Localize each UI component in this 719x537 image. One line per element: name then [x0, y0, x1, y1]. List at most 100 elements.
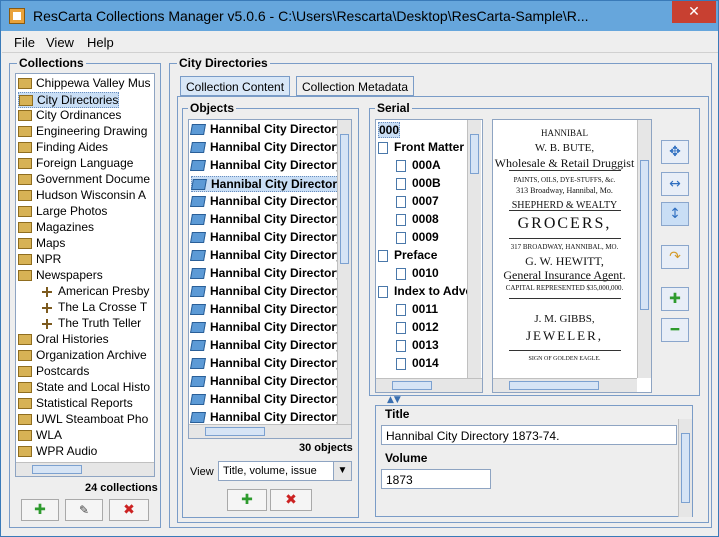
delete-collection-button[interactable]: ✖: [109, 499, 149, 521]
collection-item[interactable]: NPR: [18, 252, 61, 268]
image-vertical-scrollbar[interactable]: [637, 120, 651, 378]
collection-item[interactable]: Engineering Drawing: [18, 124, 147, 140]
collection-item[interactable]: City Directories: [18, 92, 120, 108]
serial-tree-item[interactable]: 0012: [396, 320, 439, 336]
serial-tree-item[interactable]: 0007: [396, 194, 439, 210]
objects-horizontal-scrollbar[interactable]: [189, 424, 351, 438]
zoom-in-icon[interactable]: ✚: [661, 287, 689, 311]
window-title: ResCarta Collections Manager v5.0.6 - C:…: [33, 8, 589, 24]
object-item[interactable]: Hannibal City Directory: [190, 284, 343, 300]
collection-item[interactable]: The Truth Teller: [40, 316, 141, 332]
collection-item[interactable]: Finding Aides: [18, 140, 108, 156]
objects-scroll-thumb[interactable]: [340, 134, 349, 264]
collection-item[interactable]: Government Docume: [18, 172, 150, 188]
collection-item-label: American Presby: [58, 284, 150, 298]
object-item[interactable]: Hannibal City Directory: [190, 302, 343, 318]
close-button[interactable]: ✕: [672, 1, 716, 23]
serial-tree-item[interactable]: 0014: [396, 356, 439, 372]
object-item[interactable]: Hannibal City Directory: [190, 158, 343, 174]
serial-tree-item[interactable]: 0008: [396, 212, 439, 228]
chevron-down-icon[interactable]: ▼: [333, 462, 351, 480]
serial-tree-item[interactable]: 0013: [396, 338, 439, 354]
title-field[interactable]: Hannibal City Directory 1873-74.: [381, 425, 677, 445]
image-scroll-thumb[interactable]: [640, 160, 649, 310]
objects-vertical-scrollbar[interactable]: [337, 120, 351, 424]
collection-item[interactable]: Oral Histories: [18, 332, 109, 348]
fit-width-icon[interactable]: ↔: [661, 172, 689, 196]
object-item[interactable]: Hannibal City Directory: [190, 212, 343, 228]
collection-item[interactable]: City Ordinances: [18, 108, 121, 124]
image-horizontal-scrollbar[interactable]: [493, 378, 637, 392]
serial-tree-item[interactable]: 000A: [396, 158, 441, 174]
add-object-button[interactable]: ✚: [227, 489, 267, 511]
serial-scroll-thumb[interactable]: [470, 134, 479, 174]
rotate-icon[interactable]: ↷: [661, 245, 689, 269]
serial-tree-item[interactable]: Preface: [378, 248, 437, 264]
object-item[interactable]: Hannibal City Directory: [190, 266, 343, 282]
collection-item[interactable]: Organization Archive: [18, 348, 147, 364]
collection-item[interactable]: Maps: [18, 236, 65, 252]
objects-h-scroll-thumb[interactable]: [205, 427, 265, 436]
menu-help[interactable]: Help: [87, 35, 114, 50]
collections-tree[interactable]: Chippewa Valley Mus City Directories City …: [15, 73, 155, 477]
object-item[interactable]: Hannibal City Directory: [190, 230, 343, 246]
collection-item[interactable]: American Presby: [40, 284, 149, 300]
add-collection-button[interactable]: ✚: [21, 499, 59, 521]
serial-tree-item[interactable]: 0010: [396, 266, 439, 282]
object-item[interactable]: Hannibal City Directory: [190, 374, 343, 390]
object-item[interactable]: Hannibal City Directory: [190, 338, 343, 354]
menu-file[interactable]: File: [14, 35, 35, 50]
object-item[interactable]: Hannibal City Directory: [190, 248, 343, 264]
metadata-vertical-scrollbar[interactable]: [678, 419, 692, 517]
title-bar[interactable]: ResCarta Collections Manager v5.0.6 - C:…: [1, 1, 718, 31]
collection-item[interactable]: Newspapers: [18, 268, 103, 284]
metadata-scroll-thumb[interactable]: [681, 433, 690, 503]
edit-collection-button[interactable]: ✎: [65, 499, 103, 521]
collection-item[interactable]: Chippewa Valley Mus: [18, 76, 151, 92]
collection-item[interactable]: The La Crosse T: [40, 300, 147, 316]
fit-height-icon[interactable]: ↕: [661, 202, 689, 226]
tab-collection-content[interactable]: Collection Content: [180, 76, 291, 96]
collection-item[interactable]: WLA: [18, 428, 62, 444]
serial-h-scroll-thumb[interactable]: [392, 381, 432, 390]
page-image-viewer[interactable]: HANNIBAL W. B. BUTE, Wholesale & Retail Dr…: [492, 119, 652, 393]
collections-scroll-thumb[interactable]: [32, 465, 82, 474]
collection-item[interactable]: WPR Audio: [18, 444, 97, 460]
pan-icon[interactable]: ✥: [661, 140, 689, 164]
object-item[interactable]: Hannibal City Directory: [191, 176, 345, 192]
object-item[interactable]: Hannibal City Directory: [190, 320, 343, 336]
view-select[interactable]: Title, volume, issue ▼: [218, 461, 352, 481]
objects-list[interactable]: Hannibal City Directory Hannibal City Dir…: [188, 119, 352, 439]
serial-tree-item[interactable]: 000: [378, 122, 401, 138]
collection-item[interactable]: State and Local Histo: [18, 380, 150, 396]
zoom-out-icon[interactable]: ━: [661, 318, 689, 342]
object-item[interactable]: Hannibal City Directory: [190, 194, 343, 210]
collection-item[interactable]: UWL Steamboat Pho: [18, 412, 148, 428]
object-item[interactable]: Hannibal City Directory: [190, 356, 343, 372]
splitter-arrows-icon[interactable]: ▲▼: [387, 395, 401, 405]
object-item[interactable]: Hannibal City Directory: [190, 392, 343, 408]
serial-horizontal-scrollbar[interactable]: [376, 378, 482, 392]
collection-item[interactable]: Postcards: [18, 364, 89, 380]
collection-item[interactable]: Magazines: [18, 220, 94, 236]
serial-tree-item[interactable]: 0009: [396, 230, 439, 246]
collection-item[interactable]: Statistical Reports: [18, 396, 133, 412]
object-item[interactable]: Hannibal City Directory: [190, 122, 343, 138]
serial-tree-item[interactable]: Front Matter: [378, 140, 464, 156]
collection-item[interactable]: Foreign Language: [18, 156, 133, 172]
tab-collection-metadata[interactable]: Collection Metadata: [296, 76, 415, 96]
serial-vertical-scrollbar[interactable]: [467, 120, 481, 378]
menu-view[interactable]: View: [46, 35, 74, 50]
serial-tree-item[interactable]: Index to Adve: [378, 284, 472, 300]
volume-field[interactable]: 1873: [381, 469, 491, 489]
image-h-scroll-thumb[interactable]: [509, 381, 599, 390]
page-text-line: HANNIBAL: [541, 128, 588, 138]
object-item-label: Hannibal City Directory: [210, 302, 343, 316]
serial-tree-item[interactable]: 0011: [396, 302, 438, 318]
serial-tree-item[interactable]: 000B: [396, 176, 441, 192]
object-item[interactable]: Hannibal City Directory: [190, 140, 343, 156]
collection-item[interactable]: Hudson Wisconsin A: [18, 188, 146, 204]
collections-horizontal-scrollbar[interactable]: [16, 462, 154, 476]
collection-item[interactable]: Large Photos: [18, 204, 107, 220]
delete-object-button[interactable]: ✖: [270, 489, 312, 511]
